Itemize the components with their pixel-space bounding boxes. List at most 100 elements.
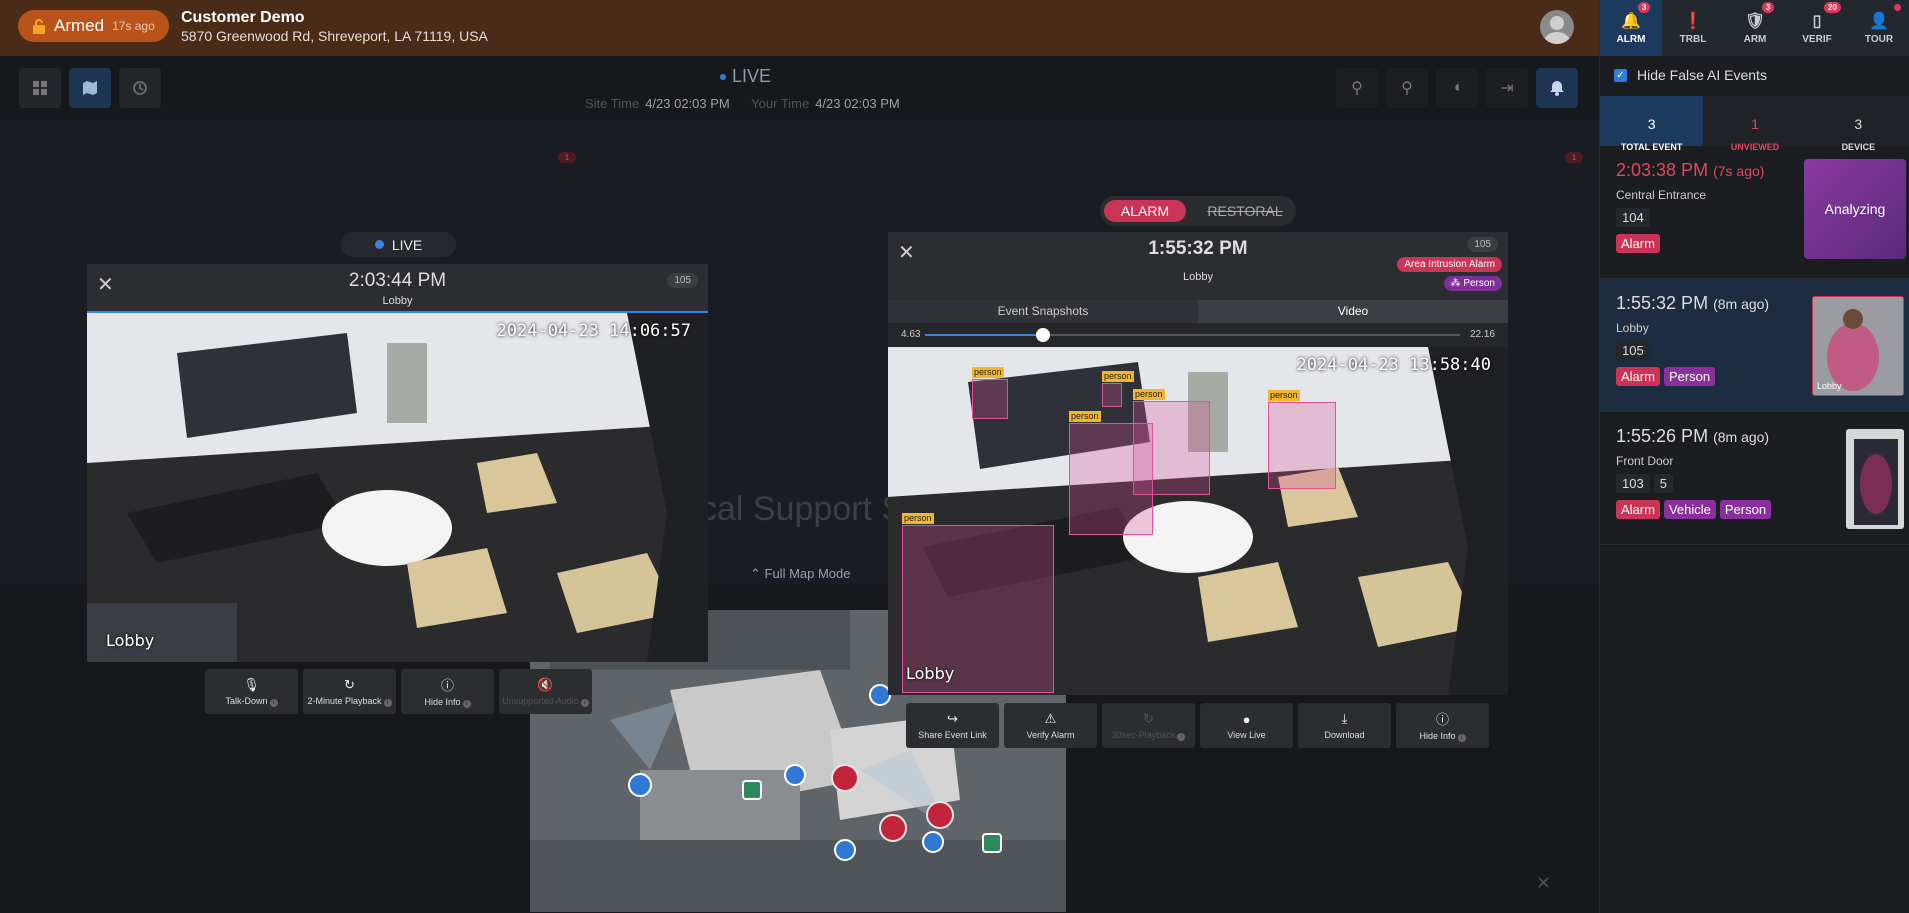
event-thumbnail[interactable]: Lobby xyxy=(1812,296,1904,396)
panel-tabs: 🔔 ALRM 3 ❗ TRBL 🛡 ARM 3 ▯ VERIF 20 👤 TOUR xyxy=(1600,0,1909,56)
tab-tour[interactable]: 👤 TOUR xyxy=(1848,0,1909,56)
hide-info-button[interactable]: ⓘ Hide Info i xyxy=(1396,703,1489,748)
customer-name[interactable]: Customer Demo xyxy=(181,9,305,27)
share-event-link-button[interactable]: ↪ Share Event Link xyxy=(906,703,999,748)
scrub-handle[interactable] xyxy=(1035,328,1050,342)
view-live-button[interactable]: ● View Live xyxy=(1200,703,1293,748)
download-button[interactable]: ⤓ Download xyxy=(1298,703,1391,748)
live-camera-feed[interactable]: 2024-04-23 14:06:57 Lobby xyxy=(87,313,708,662)
event-item[interactable]: 1:55:26 PM (8m ago) Front Door 103 5 Alar… xyxy=(1600,412,1909,545)
camera-id-badge: 105 xyxy=(667,273,698,288)
event-time: 1:55:32 PM (8m ago) xyxy=(1616,293,1769,314)
detection-box: person xyxy=(1069,411,1153,535)
talk-down-button[interactable]: 🎙 Talk-Down i xyxy=(205,669,298,714)
event-time: 1:55:26 PM (8m ago) xyxy=(1616,426,1769,447)
hide-false-ai-toggle[interactable]: ✓ Hide False AI Events xyxy=(1614,67,1767,83)
share-icon: ↪ xyxy=(947,711,958,726)
event-tabs: Event Snapshots Video xyxy=(888,300,1508,323)
event-time-value: 1:55:26 PM xyxy=(1616,426,1709,446)
hide-info-label: Hide Info xyxy=(1419,731,1456,741)
close-icon[interactable]: ✕ xyxy=(1536,873,1551,894)
tab-label: VERIF xyxy=(1802,34,1832,45)
event-thumbnail[interactable] xyxy=(1846,429,1904,529)
hide-false-label: Hide False AI Events xyxy=(1637,67,1767,83)
tab-label: ALRM xyxy=(1616,34,1646,45)
two-minute-playback-button[interactable]: ↻ 2-Minute Playback i xyxy=(303,669,396,714)
event-camera-header: ✕ 1:55:32 PM Lobby 105 Area Intrusion Al… xyxy=(888,232,1508,347)
history-icon xyxy=(133,81,147,95)
hide-info-label: Hide Info xyxy=(424,697,461,707)
info-icon: i xyxy=(462,700,471,708)
customer-address: 5870 Greenwood Rd, Shreveport, LA 71119,… xyxy=(181,28,488,44)
alarm-toggle-option[interactable]: ALARM xyxy=(1104,200,1186,222)
tab-badge: 3 xyxy=(1762,2,1775,13)
zoom-out-icon: ⚲ xyxy=(1351,80,1363,97)
person-tag: ⁂ Person xyxy=(1443,276,1502,291)
your-time-label: Your Time xyxy=(751,96,810,111)
restoral-toggle-option[interactable]: RESTORAL xyxy=(1200,200,1290,222)
user-avatar[interactable] xyxy=(1540,10,1574,44)
collapse-icon: ⇥ xyxy=(1500,80,1514,97)
map-background-text: cal Support S xyxy=(700,490,905,528)
event-time-value: 2:03:38 PM xyxy=(1616,160,1709,180)
event-id: 103 xyxy=(1616,474,1650,493)
event-video-feed[interactable]: person person person person person perso… xyxy=(888,347,1508,695)
playback-label: 30sec-Playback xyxy=(1111,729,1176,740)
event-time-value: 1:55:32 PM xyxy=(1616,293,1709,313)
notifications-button[interactable] xyxy=(1536,68,1578,108)
tab-event-snapshots[interactable]: Event Snapshots xyxy=(888,300,1198,323)
camera-id-badge: 105 xyxy=(1467,237,1498,252)
detection-box: person xyxy=(1268,390,1336,489)
grid-view-button[interactable] xyxy=(19,68,61,108)
alert-icon: ❗ xyxy=(1683,13,1703,30)
event-item[interactable]: 1:55:32 PM (8m ago) Lobby 105 Alarm Perso… xyxy=(1600,279,1909,412)
live-chip-label: LIVE xyxy=(391,236,423,253)
share-label: Share Event Link xyxy=(918,730,987,740)
talk-down-label: Talk-Down xyxy=(225,695,268,706)
event-ago: (8m ago) xyxy=(1713,429,1770,445)
event-tags: Alarm xyxy=(1616,234,1660,253)
unsupported-audio-label: Unsupported Audio xyxy=(502,695,579,706)
verify-label: Verify Alarm xyxy=(1026,730,1075,740)
info-icon: i xyxy=(383,698,392,707)
map-view-button[interactable] xyxy=(69,68,111,108)
history-button[interactable] xyxy=(119,68,161,108)
live-overlay-name: Lobby xyxy=(106,631,155,650)
full-map-mode-button[interactable]: ⌃ Full Map Mode xyxy=(750,566,851,582)
video-scrubber[interactable]: 4.63 22.16 xyxy=(888,323,1508,347)
total-event-filter[interactable]: 3 TOTAL EVENT xyxy=(1600,96,1704,152)
tab-verif[interactable]: ▯ VERIF 20 xyxy=(1786,0,1848,56)
muted-speaker-icon: 🔇 xyxy=(537,676,554,692)
detection-label: person xyxy=(972,367,1004,378)
tab-alrm[interactable]: 🔔 ALRM 3 xyxy=(1600,0,1662,56)
device-filter[interactable]: 3 DEVICE xyxy=(1807,96,1909,152)
hide-info-button[interactable]: ⓘ Hide Info i xyxy=(401,669,494,714)
event-ids: 105 xyxy=(1616,341,1650,360)
zoom-in-button[interactable]: ⚲ xyxy=(1386,68,1428,108)
phone-icon: ▯ xyxy=(1812,13,1822,30)
tab-arm[interactable]: 🛡 ARM 3 xyxy=(1724,0,1786,56)
detection-box: person xyxy=(972,367,1008,419)
checkbox-checked-icon[interactable]: ✓ xyxy=(1614,68,1627,82)
event-ids: 103 5 xyxy=(1616,474,1673,493)
live-dot-icon: ● xyxy=(1242,711,1251,727)
tab-trbl[interactable]: ❗ TRBL xyxy=(1662,0,1724,56)
armed-status-pill[interactable]: Armed 17s ago xyxy=(18,10,169,42)
unviewed-filter[interactable]: 1 UNVIEWED xyxy=(1703,96,1806,152)
tab-video[interactable]: Video xyxy=(1198,300,1508,323)
collapse-button[interactable]: ⇥ xyxy=(1486,68,1528,108)
summary-count: 1 xyxy=(1751,116,1759,132)
talk-button[interactable]: ◖ xyxy=(1436,68,1478,108)
playback-label: 2-Minute Playback xyxy=(307,695,382,706)
zoom-out-button[interactable]: ⚲ xyxy=(1336,68,1378,108)
scrub-track[interactable] xyxy=(925,328,1460,342)
alarm-restoral-toggle[interactable]: ALARM RESTORAL xyxy=(1100,196,1296,226)
event-item[interactable]: 2:03:38 PM (7s ago) Central Entrance 104… xyxy=(1600,146,1909,279)
vehicle-tag: Vehicle xyxy=(1663,500,1716,519)
view-live-label: View Live xyxy=(1227,729,1266,740)
marker-badge: 1 xyxy=(558,152,576,163)
lobby-scene-image xyxy=(87,313,708,662)
site-time-label: Site Time xyxy=(585,96,640,111)
verify-alarm-button[interactable]: ⚠ Verify Alarm xyxy=(1004,703,1097,748)
bell-icon xyxy=(1550,81,1564,96)
